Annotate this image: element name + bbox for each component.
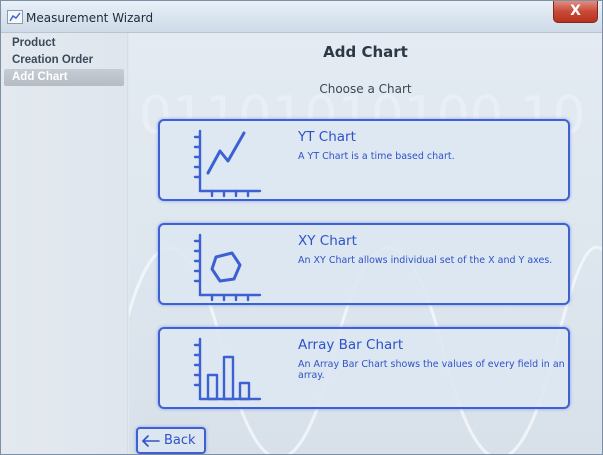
back-button[interactable]: Back (136, 427, 206, 454)
yt-chart-icon (193, 129, 262, 198)
page-subtitle: Choose a Chart (319, 82, 412, 96)
window-title: Measurement Wizard (26, 11, 154, 25)
close-button[interactable]: X (553, 1, 598, 23)
page-title: Add Chart (323, 43, 408, 61)
xy-chart-title: XY Chart (298, 233, 357, 249)
title-bar[interactable]: Measurement Wizard X (1, 1, 602, 33)
array-bar-chart-description: An Array Bar Chart shows the values of e… (298, 359, 565, 381)
back-button-label: Back (164, 433, 196, 448)
array-bar-chart-icon (193, 337, 262, 401)
sidebar-item-add-chart[interactable]: Add Chart (4, 69, 124, 86)
main-panel: 01101010100 10 Add Chart Choose a Chart … (129, 33, 602, 454)
xy-chart-icon (193, 233, 262, 302)
yt-chart-description: A YT Chart is a time based chart. (298, 151, 455, 162)
yt-chart-option[interactable]: YT Chart A YT Chart is a time based char… (158, 119, 570, 201)
array-bar-chart-title: Array Bar Chart (298, 337, 404, 353)
chart-app-icon (7, 10, 23, 24)
measurement-wizard-window: Measurement Wizard X Product Creation Or… (0, 0, 603, 455)
wizard-steps-sidebar: Product Creation Order Add Chart (1, 33, 128, 454)
array-bar-chart-option[interactable]: Array Bar Chart An Array Bar Chart shows… (158, 327, 570, 409)
yt-chart-title: YT Chart (298, 129, 356, 145)
xy-chart-description: An XY Chart allows individual set of the… (298, 255, 553, 266)
sidebar-item-creation-order[interactable]: Creation Order (4, 52, 124, 69)
arrow-left-icon (142, 434, 160, 447)
xy-chart-option[interactable]: XY Chart An XY Chart allows individual s… (158, 223, 570, 305)
sidebar-item-product[interactable]: Product (4, 35, 124, 52)
